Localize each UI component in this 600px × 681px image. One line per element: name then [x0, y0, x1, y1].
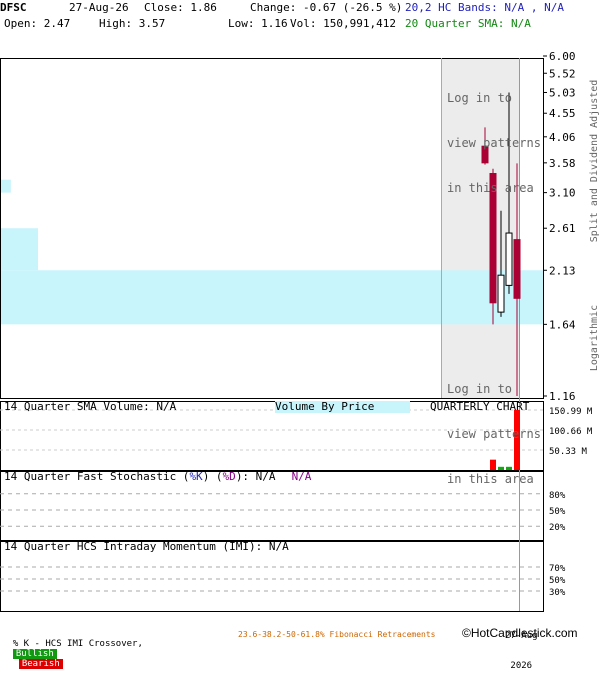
volume-tick-label: 100.66 M	[549, 427, 593, 437]
candle-body	[497, 274, 505, 313]
price-tick-label: 2.61	[549, 222, 576, 235]
x-axis-date: 27-Aug 2026	[505, 611, 538, 681]
login-line-2: view patterns	[447, 136, 541, 150]
login-line-3: in this area	[447, 181, 534, 195]
price-tick-label: 4.06	[549, 131, 576, 144]
candle-body	[513, 239, 521, 299]
price-tick-label: 6.00	[549, 50, 576, 63]
split-adjusted-label: Split and Dividend Adjusted	[589, 79, 600, 243]
stoch-k-label: %K	[189, 470, 203, 483]
stoch-d-label: %D	[222, 470, 236, 483]
stochastic-label: 14 Quarter Fast Stochastic (%K) (%D): N/…	[4, 471, 311, 483]
imi-tick-label: 30%	[549, 588, 566, 598]
login-patterns-bottom[interactable]: Log in to view patterns in this area	[447, 352, 541, 502]
price-tick-label: 5.03	[549, 86, 576, 99]
volume-tick-label: 50.33 M	[549, 447, 588, 457]
stoch-na: N/A	[291, 470, 312, 483]
volume-by-price-bar	[0, 228, 39, 271]
x-axis-year: 2026	[510, 661, 533, 671]
imi-tick-label: 70%	[549, 564, 566, 574]
login-line-1: Log in to	[447, 91, 513, 105]
logarithmic-label: Logarithmic	[589, 304, 600, 372]
stoch-mid: ) (	[202, 470, 223, 483]
fibonacci-label: 23.6-38.2-50-61.8% Fibonacci Retracement…	[238, 630, 436, 639]
price-tick-label: 1.16	[549, 390, 576, 403]
bearish-badge: Bearish	[18, 659, 63, 669]
stoch-suffix: ): N/A	[235, 470, 276, 483]
imi-label: 14 Quarter HCS Intraday Momentum (IMI): …	[4, 540, 289, 553]
price-tick-label: 2.13	[549, 264, 576, 277]
footer-legend-prefix: % K - HCS IMI Crossover,	[12, 639, 143, 649]
volume-sma-label: 14 Quarter SMA Volume: N/A	[4, 400, 177, 413]
stoch-tick-label: 20%	[549, 523, 566, 533]
login-line-1: Log in to	[447, 382, 513, 396]
candle-body	[505, 232, 513, 286]
volume-tick-label: 150.99 M	[549, 407, 593, 417]
price-tick-label: 3.58	[549, 157, 576, 170]
imi-tick-label: 50%	[549, 576, 566, 586]
price-tick-label: 5.52	[549, 67, 576, 80]
stoch-tick-label: 50%	[549, 507, 566, 517]
volume-by-price-label: Volume By Price	[275, 401, 411, 413]
login-patterns-top[interactable]: Log in to view patterns in this area	[447, 61, 541, 211]
volume-by-price-bar	[0, 179, 11, 193]
price-tick-label: 1.64	[549, 318, 576, 331]
footer-legend: % K - HCS IMI Crossover, Bullish Bearish	[2, 629, 143, 669]
login-line-3: in this area	[447, 472, 534, 486]
price-tick-label: 3.10	[549, 187, 576, 200]
brand-logo[interactable]: ©HotCandlestick.com	[462, 627, 578, 639]
login-line-2: view patterns	[447, 427, 541, 441]
stoch-prefix: 14 Quarter Fast Stochastic (	[4, 470, 190, 483]
bullish-badge: Bullish	[12, 649, 57, 659]
stoch-tick-label: 80%	[549, 491, 566, 501]
quarterly-chart-label: QUARTERLY CHART	[430, 400, 530, 413]
price-tick-label: 4.55	[549, 107, 576, 120]
volume-by-price-bar	[0, 270, 543, 325]
